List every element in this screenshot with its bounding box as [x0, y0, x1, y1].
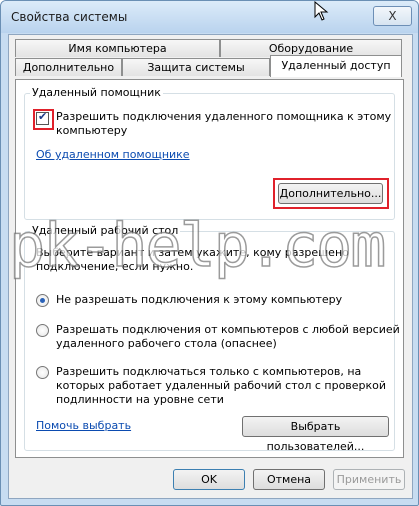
radio-allow-nla-only[interactable]	[36, 366, 49, 379]
radio-allow-any-version-label-line2: удаленного рабочего стола (опаснее)	[56, 337, 277, 350]
radio-allow-nla-only-label-line1: Разрешить подключаться только с компьюте…	[56, 365, 362, 378]
radio-allow-nla-only-label-line2: которых работает удаленный рабочий стол …	[56, 379, 387, 392]
tab-remote[interactable]: Удаленный доступ	[270, 55, 402, 77]
tab-computer-name[interactable]: Имя компьютера	[15, 39, 220, 57]
radio-allow-any-version[interactable]	[36, 324, 49, 337]
mouse-cursor-icon	[314, 1, 329, 21]
ok-button[interactable]: OK	[173, 469, 245, 490]
radio-allow-any-version-label-line1: Разрешать подключения от компьютеров с л…	[56, 323, 400, 336]
radio-deny-connections[interactable]	[36, 294, 49, 307]
tab-system-protection[interactable]: Защита системы	[122, 58, 270, 76]
close-button[interactable]: X	[373, 6, 412, 26]
help-me-choose-link[interactable]: Помочь выбрать	[36, 419, 131, 432]
allow-remote-assistance-label-line1: Разрешить подключения удаленного помощни…	[56, 110, 392, 123]
tab-advanced[interactable]: Дополнительно	[15, 58, 122, 76]
watermark-text: pk-help.com	[8, 210, 387, 282]
advanced-button[interactable]: Дополнительно...	[278, 183, 383, 204]
window-title: Свойства системы	[11, 10, 128, 24]
checkmark-icon: ✔	[38, 110, 48, 123]
allow-remote-assistance-label-line2: компьютеру	[56, 124, 128, 137]
radio-allow-nla-only-label-line3: подлинности на уровне сети	[56, 393, 224, 406]
system-properties-window: Свойства системы X Имя компьютера Оборуд…	[0, 0, 419, 506]
title-bar[interactable]: Свойства системы X	[1, 1, 418, 33]
apply-button[interactable]: Применить	[333, 469, 405, 490]
allow-remote-assistance-checkbox[interactable]: ✔	[36, 110, 49, 125]
select-users-button[interactable]: Выбрать пользователей...	[242, 416, 389, 453]
about-remote-assistance-link[interactable]: Об удаленном помощнике	[36, 148, 190, 161]
radio-deny-connections-label: Не разрешать подключения к этому компьют…	[56, 293, 343, 306]
close-icon: X	[388, 9, 397, 23]
remote-assistance-title: Удаленный помощник	[30, 86, 163, 99]
cancel-button[interactable]: Отмена	[253, 469, 325, 490]
